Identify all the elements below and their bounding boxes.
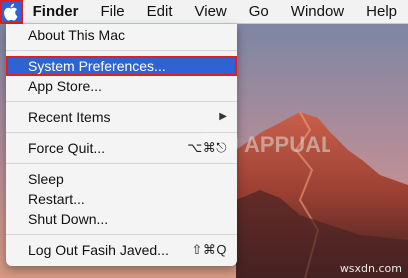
menu-item-log-out[interactable]: Log Out Fasih Javed... ⇧⌘Q [6, 240, 237, 260]
menubar-file[interactable]: File [89, 0, 135, 24]
menubar-view[interactable]: View [184, 0, 238, 24]
menu-item-label: Restart... [28, 191, 85, 207]
menubar-help[interactable]: Help [355, 0, 408, 24]
menubar-window[interactable]: Window [280, 0, 355, 24]
menu-bar: Finder File Edit View Go Window Help [0, 0, 408, 24]
svg-text:APPUALS: APPUALS [244, 132, 330, 157]
apple-logo-icon [4, 3, 18, 21]
menubar-edit[interactable]: Edit [136, 0, 184, 24]
submenu-arrow-icon: ▶ [219, 111, 227, 122]
menu-item-force-quit[interactable]: Force Quit... ⌥⌘⎋ [6, 138, 237, 158]
menu-separator [6, 101, 237, 102]
site-watermark: wsxdn.com [339, 262, 402, 275]
menu-item-label: Force Quit... [28, 140, 106, 156]
menu-separator [6, 50, 237, 51]
menu-item-app-store[interactable]: App Store... [6, 76, 237, 96]
menu-item-label: Sleep [28, 171, 64, 187]
menubar-go[interactable]: Go [238, 0, 280, 24]
menu-item-system-preferences[interactable]: System Preferences... [6, 56, 237, 76]
menu-item-label: Log Out Fasih Javed... [28, 242, 169, 258]
menu-item-about[interactable]: About This Mac [6, 25, 237, 45]
menu-item-restart[interactable]: Restart... [6, 189, 237, 209]
menu-item-shut-down[interactable]: Shut Down... [6, 209, 237, 229]
menu-separator [6, 234, 237, 235]
menu-item-label: System Preferences... [28, 58, 166, 74]
keyboard-shortcut: ⌥⌘⎋ [187, 140, 227, 155]
menu-item-sleep[interactable]: Sleep [6, 169, 237, 189]
menu-separator [6, 163, 237, 164]
menu-item-label: Shut Down... [28, 211, 109, 227]
menu-item-label: App Store... [28, 78, 102, 94]
menu-item-label: About This Mac [28, 27, 126, 43]
apple-menu-button[interactable] [0, 0, 23, 24]
menu-separator [6, 132, 237, 133]
apple-dropdown-menu: About This Mac System Preferences... App… [6, 24, 237, 266]
menubar-finder[interactable]: Finder [23, 0, 90, 24]
menu-item-label: Recent Items [28, 109, 111, 125]
menu-item-recent-items[interactable]: Recent Items ▶ [6, 107, 237, 127]
keyboard-shortcut: ⇧⌘Q [191, 242, 227, 257]
